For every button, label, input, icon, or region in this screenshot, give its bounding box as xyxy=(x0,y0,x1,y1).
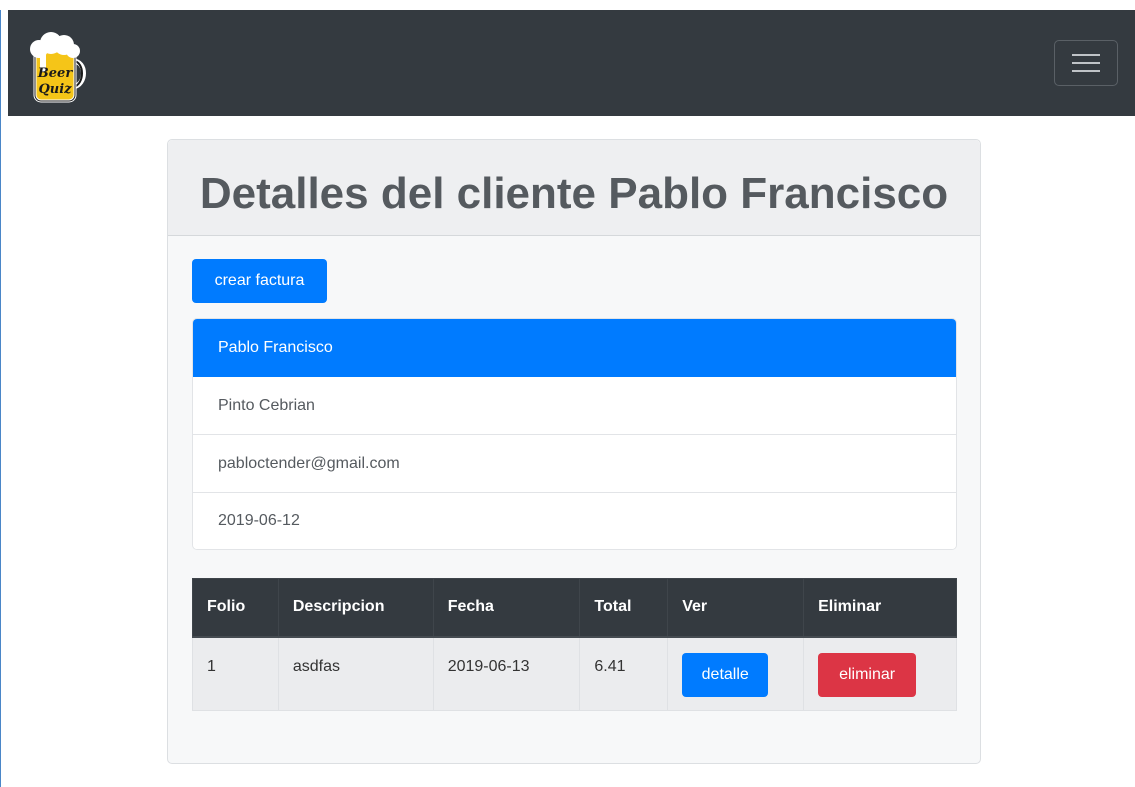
table-header-row: Folio Descripcion Fecha Total Ver Elimin… xyxy=(192,578,957,638)
client-details-card: Detalles del cliente Pablo Francisco cre… xyxy=(167,139,981,764)
window-top-edge xyxy=(0,0,1135,10)
column-header-fecha: Fecha xyxy=(432,578,581,638)
column-header-descripcion: Descripcion xyxy=(277,578,434,638)
hamburger-menu-icon-bar xyxy=(1072,62,1100,64)
hamburger-menu-icon xyxy=(1072,54,1100,56)
navbar-toggler-button[interactable] xyxy=(1054,40,1118,86)
column-header-folio: Folio xyxy=(192,578,279,638)
top-navbar: Beer Quiz xyxy=(8,10,1135,116)
hamburger-menu-icon-bar xyxy=(1072,70,1100,72)
client-last-name: Pinto Cebrian xyxy=(193,377,956,435)
window-left-edge xyxy=(0,10,1,787)
column-header-ver: Ver xyxy=(667,578,805,638)
view-invoice-detail-button[interactable]: detalle xyxy=(682,652,769,697)
column-header-total: Total xyxy=(579,578,669,638)
logo-text-beer: Beer xyxy=(37,66,74,81)
client-email: pabloctender@gmail.com xyxy=(193,435,956,493)
page-title: Detalles del cliente Pablo Francisco xyxy=(199,169,949,218)
brand-logo-link[interactable]: Beer Quiz xyxy=(25,25,91,105)
client-info-list: Pablo Francisco Pinto Cebrian pabloctend… xyxy=(192,318,957,550)
client-created-date: 2019-06-12 xyxy=(193,493,956,549)
cell-eliminar: eliminar xyxy=(803,636,957,711)
cell-fecha: 2019-06-13 xyxy=(432,636,581,711)
logo-text-quiz: Quiz xyxy=(38,82,72,97)
column-header-eliminar: Eliminar xyxy=(803,578,957,638)
client-first-name: Pablo Francisco xyxy=(193,319,956,377)
cell-descripcion: asdfas xyxy=(277,636,434,711)
card-header: Detalles del cliente Pablo Francisco xyxy=(168,140,980,236)
delete-invoice-button[interactable]: eliminar xyxy=(818,652,917,697)
table-row: 1 asdfas 2019-06-13 6.41 detalle elimina… xyxy=(192,636,957,711)
invoices-table: Folio Descripcion Fecha Total Ver Elimin… xyxy=(192,578,957,711)
create-invoice-button[interactable]: crear factura xyxy=(192,259,327,303)
beer-mug-logo-icon: Beer Quiz xyxy=(30,32,86,103)
cell-ver: detalle xyxy=(667,636,805,711)
cell-folio: 1 xyxy=(192,636,279,711)
cell-total: 6.41 xyxy=(579,636,669,711)
